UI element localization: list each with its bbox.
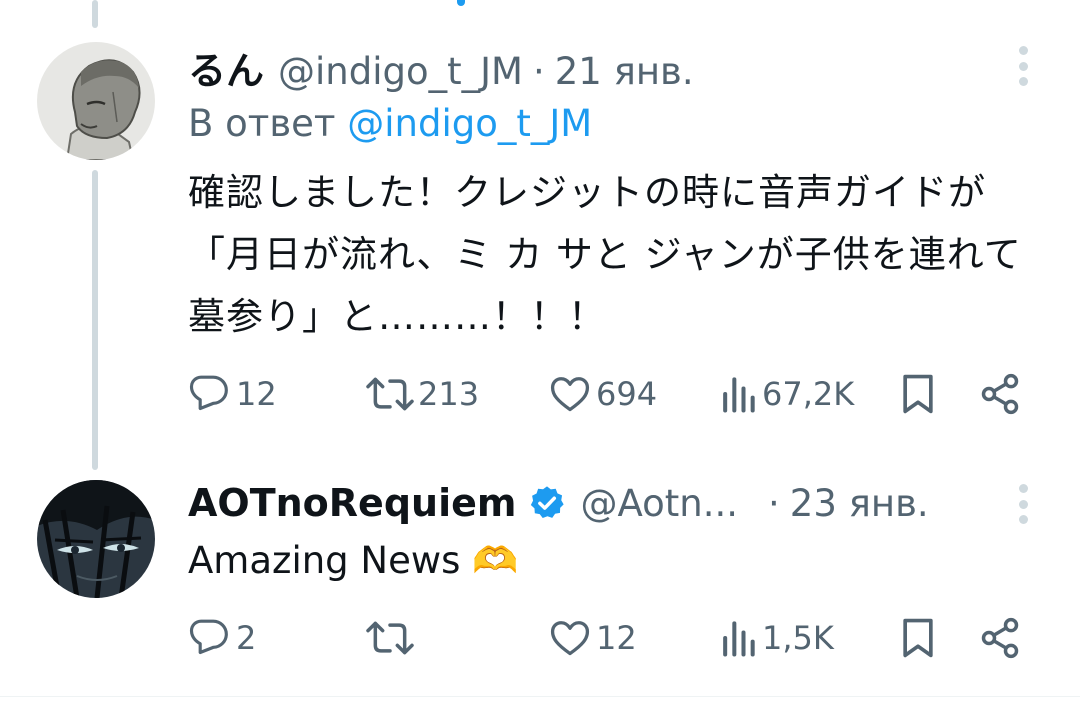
bookmark-icon: [903, 374, 933, 414]
retweet-button[interactable]: 213: [366, 372, 479, 416]
tweet-text: 確認しました！クレジットの時に音声ガイドが「月日が流れ、ミ カ サと ジャンが子…: [188, 171, 1022, 338]
reply-icon: [189, 619, 228, 655]
heart-icon: [550, 621, 590, 656]
like-button[interactable]: 694: [548, 372, 657, 416]
retweet-button[interactable]: [366, 616, 418, 660]
views-count: 1,5K: [762, 619, 834, 657]
reply-count: 2: [236, 619, 257, 657]
bookmark-icon: [903, 618, 933, 658]
tweet-actions: 12 213 694 67,2K: [0, 372, 1080, 422]
author-handle[interactable]: @Aotn...: [580, 482, 738, 525]
more-vertical-icon[interactable]: [1018, 484, 1028, 524]
avatar[interactable]: [37, 42, 155, 160]
reply-button[interactable]: 2: [188, 616, 256, 660]
author-name[interactable]: るん: [188, 40, 264, 95]
reply-icon: [189, 375, 228, 411]
tweet-actions: 2 12 1,5K: [0, 616, 1080, 666]
separator-dot: ·: [768, 482, 780, 525]
tweet-header: AOTnoRequiem @Aotn... · 23 янв.: [188, 478, 929, 525]
feed-divider: [0, 696, 1080, 697]
avatar[interactable]: [37, 480, 155, 598]
tweet-text: Amazing News 🫶: [188, 539, 519, 582]
separator-dot: ·: [532, 50, 545, 93]
like-count: 694: [596, 375, 658, 413]
views-button[interactable]: 1,5K: [718, 616, 834, 660]
views-icon: [723, 621, 755, 657]
bookmark-button[interactable]: [898, 372, 938, 416]
share-button[interactable]: [978, 616, 1022, 660]
share-icon: [981, 373, 1019, 415]
retweet-icon: [366, 377, 414, 411]
tweet-2[interactable]: AOTnoRequiem @Aotn... · 23 янв. Amazing …: [0, 450, 1080, 696]
retweet-count: 213: [418, 375, 480, 413]
share-button[interactable]: [978, 372, 1022, 416]
verified-badge-icon: [531, 486, 565, 519]
author-name[interactable]: AOTnoRequiem: [188, 481, 516, 525]
reply-button[interactable]: 12: [188, 372, 277, 416]
reply-count: 12: [236, 375, 277, 413]
tweet-date[interactable]: 23 янв.: [790, 482, 929, 525]
share-icon: [981, 617, 1019, 659]
views-count: 67,2K: [762, 375, 855, 413]
reply-mention-link[interactable]: @indigo_t_JM: [347, 102, 592, 145]
heart-icon: [550, 377, 590, 412]
tweet-header: るん @indigo_t_JM · 21 янв.: [188, 40, 694, 95]
bookmark-button[interactable]: [898, 616, 938, 660]
more-vertical-icon[interactable]: [1018, 46, 1028, 86]
views-icon: [723, 377, 755, 413]
tweet-date[interactable]: 21 янв.: [555, 50, 694, 93]
like-count: 12: [596, 619, 637, 657]
reply-prefix: В ответ: [188, 102, 336, 145]
like-button[interactable]: 12: [548, 616, 637, 660]
author-handle[interactable]: @indigo_t_JM: [278, 50, 523, 93]
tweet-1[interactable]: るん @indigo_t_JM · 21 янв. В ответ @indig…: [0, 0, 1080, 450]
retweet-icon: [366, 621, 414, 655]
reply-context: В ответ @indigo_t_JM: [188, 102, 592, 145]
views-button[interactable]: 67,2K: [718, 372, 854, 416]
